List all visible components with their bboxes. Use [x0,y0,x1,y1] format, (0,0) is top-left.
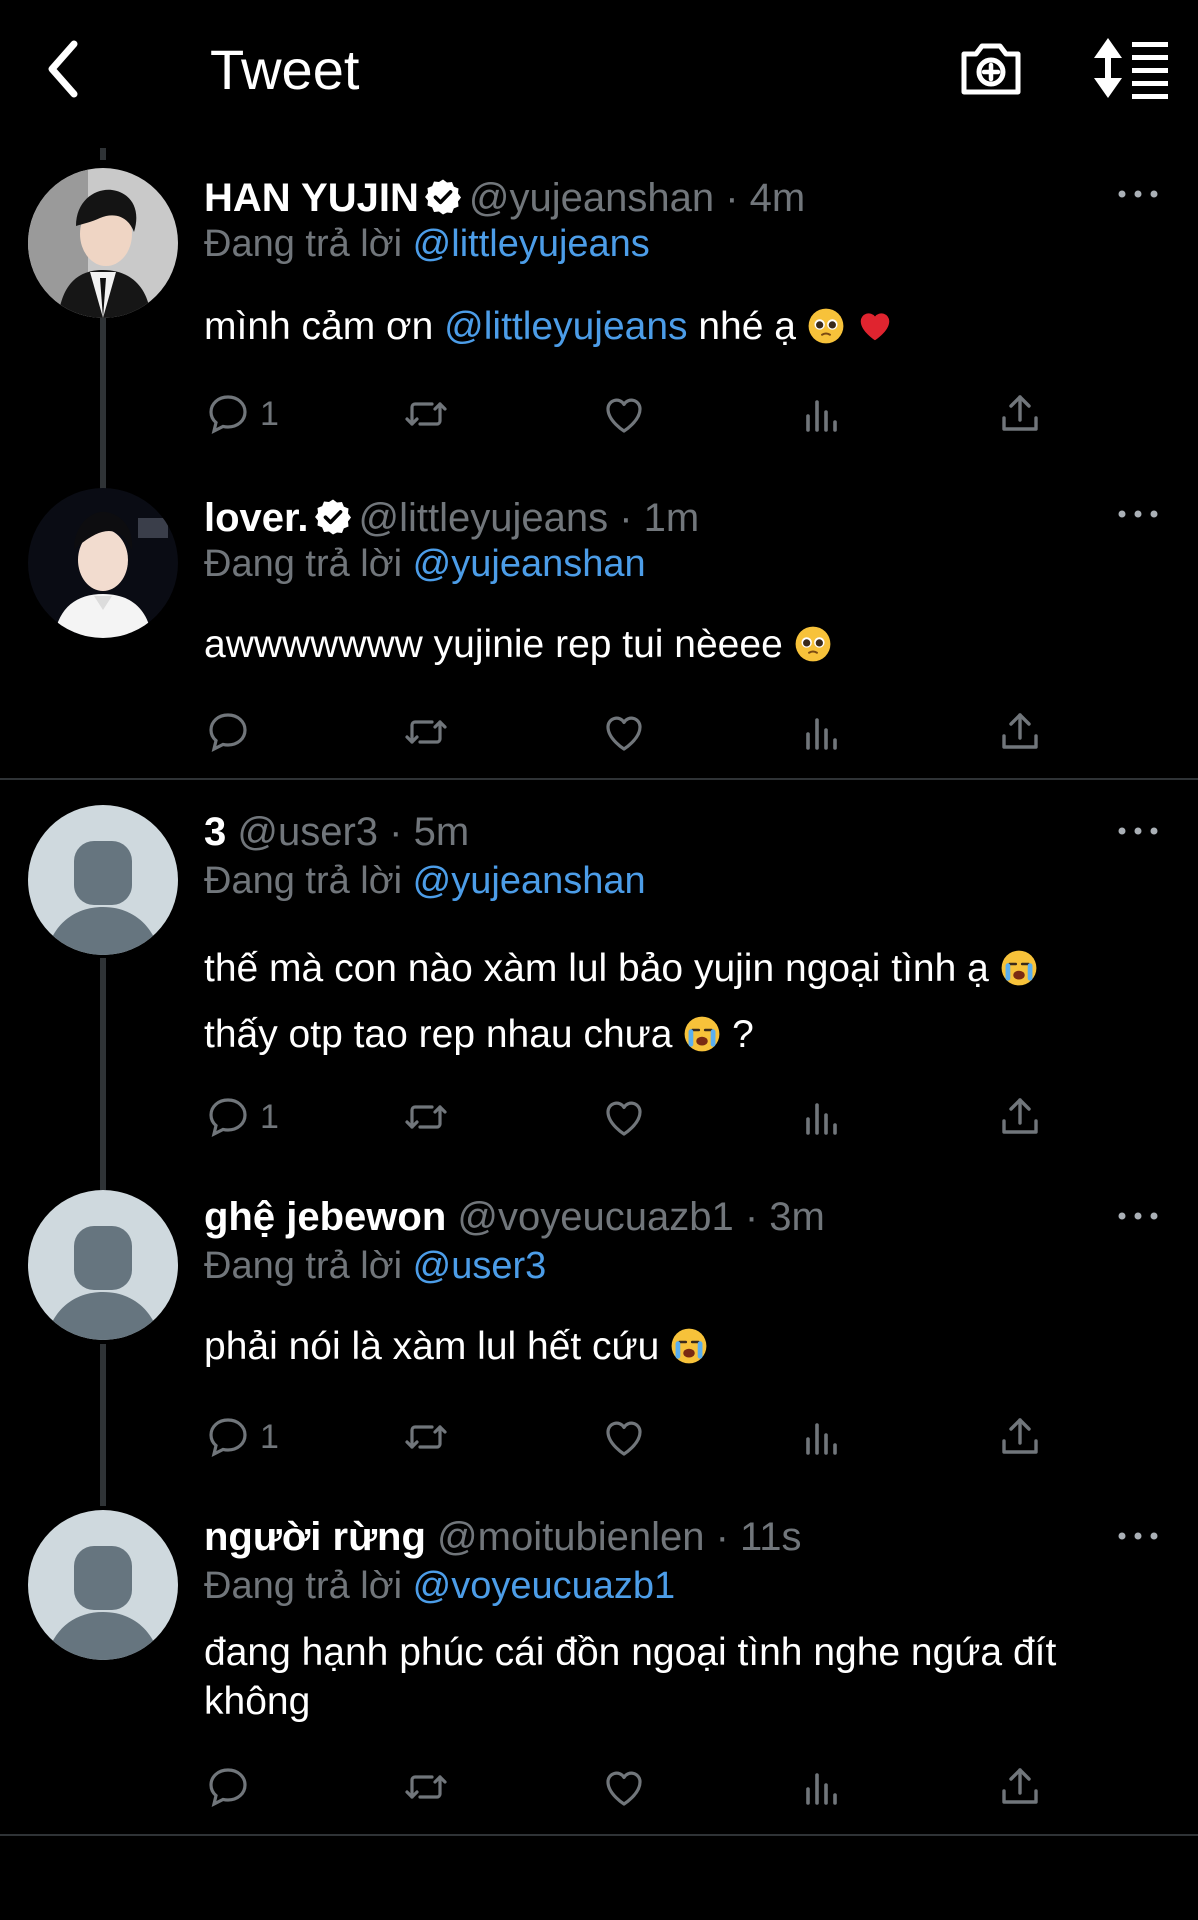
action-bar [204,1759,1064,1815]
timestamp: · 11s [715,1515,802,1559]
views-icon [798,1763,846,1811]
more-icon[interactable] [1114,1526,1162,1546]
divider [0,1834,1198,1836]
views-button[interactable] [798,1759,846,1815]
reply-prefix: Đang trả lời [204,1565,403,1607]
like-icon [600,1763,648,1811]
default-avatar-icon [28,1510,178,1660]
like-button[interactable] [600,1759,648,1815]
tweet-header: người rừng @moitubienlen · 11s [204,1513,802,1561]
reply-icon [204,1763,252,1811]
retweet-icon [402,1763,450,1811]
reply-context: Đang trả lời @voyeucuazb1 [204,1563,675,1609]
tweet[interactable]: người rừng @moitubienlen · 11s Đang trả … [0,0,1198,1840]
reply-button[interactable] [204,1759,252,1815]
retweet-button[interactable] [402,1759,450,1815]
avatar[interactable] [28,1510,178,1660]
handle[interactable]: @moitubienlen [437,1515,704,1559]
share-button[interactable] [996,1759,1044,1815]
tweet-text: đang hạnh phúc cái đồn ngoại tình nghe n… [204,1631,1057,1723]
display-name[interactable]: người rừng [204,1515,426,1559]
share-icon [996,1763,1044,1811]
reply-mention[interactable]: @voyeucuazb1 [413,1565,676,1607]
